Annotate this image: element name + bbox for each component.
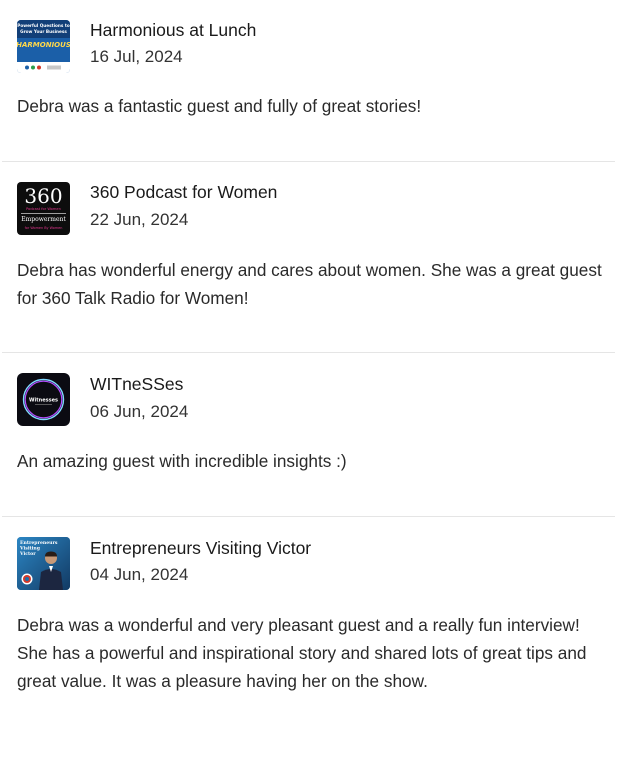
- cover-line: Podcast for Women: [26, 207, 61, 211]
- review-date: 04 Jun, 2024: [90, 565, 189, 584]
- review-text: Debra has wonderful energy and cares abo…: [17, 260, 602, 309]
- review-text: Debra was a fantastic guest and fully of…: [17, 96, 422, 116]
- review-date: 06 Jun, 2024: [90, 402, 189, 421]
- divider: [2, 516, 615, 517]
- cover-line: for Women By Women: [25, 226, 63, 230]
- review-text: Debra was a wonderful and very pleasant …: [17, 615, 587, 692]
- podcast-cover-image[interactable]: Powerful Questions to Grow Your Business…: [17, 20, 70, 73]
- 360-podcast-cover-art: 360 Podcast for Women Empowerment for Wo…: [17, 182, 70, 235]
- cover-line: Grow Your Business: [20, 29, 67, 34]
- cover-line: Victor: [19, 551, 36, 557]
- cover-line: 360: [24, 184, 62, 208]
- podcast-cover-image[interactable]: Entrepreneurs Visiting Victor: [17, 537, 70, 590]
- cover-line: HARMONIOUS: [17, 41, 70, 49]
- witnesses-cover-art: Witnesses: [17, 373, 70, 426]
- cover-line: Powerful Questions to: [17, 23, 70, 28]
- divider: [2, 161, 615, 162]
- podcast-title[interactable]: 360 Podcast for Women: [90, 182, 277, 203]
- harmonious-cover-art: Powerful Questions to Grow Your Business…: [17, 20, 70, 73]
- review-date: 22 Jun, 2024: [90, 210, 189, 229]
- divider: [2, 352, 615, 353]
- cover-line: Witnesses: [29, 398, 58, 404]
- entrepreneurs-visiting-victor-cover-art: Entrepreneurs Visiting Victor: [17, 537, 70, 590]
- review-date: 16 Jul, 2024: [90, 47, 183, 66]
- podcast-title[interactable]: Harmonious at Lunch: [90, 20, 256, 41]
- podcast-cover-image[interactable]: 360 Podcast for Women Empowerment for Wo…: [17, 182, 70, 235]
- podcast-cover-image[interactable]: Witnesses: [17, 373, 70, 426]
- cover-line: Empowerment: [21, 216, 66, 223]
- review-text: An amazing guest with incredible insight…: [17, 451, 347, 471]
- cover-line: Entrepreneurs: [20, 540, 58, 546]
- podcast-title[interactable]: Entrepreneurs Visiting Victor: [90, 538, 311, 559]
- podcast-title[interactable]: WITneSSes: [90, 374, 183, 395]
- cover-line: Visiting: [19, 546, 41, 552]
